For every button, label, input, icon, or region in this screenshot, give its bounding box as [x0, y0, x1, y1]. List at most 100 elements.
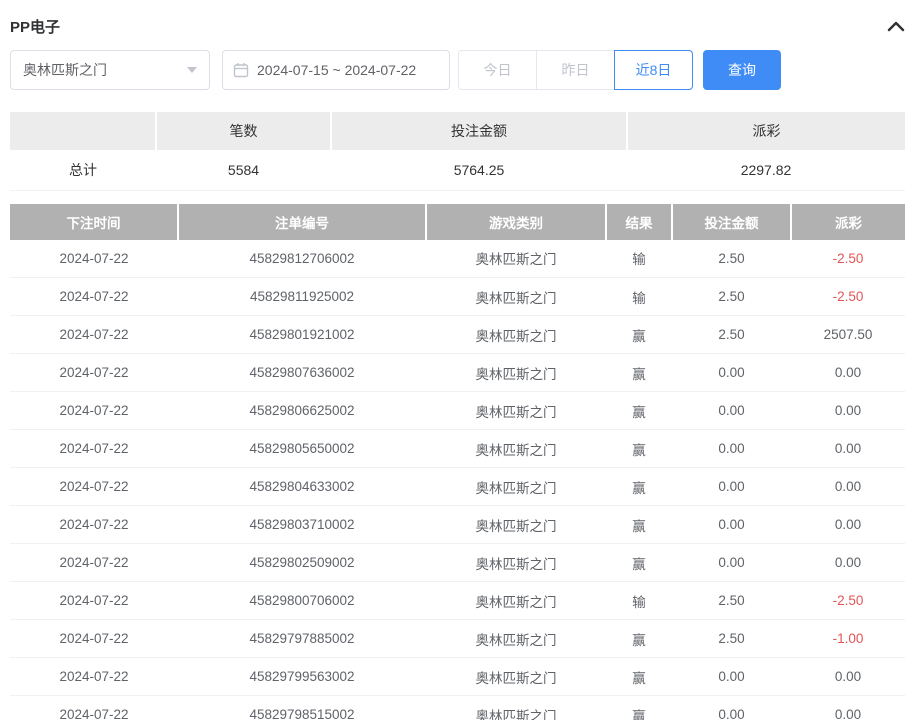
summary-table-header: 笔数 投注金额 派彩 [10, 112, 905, 150]
bet-amount-cell: 0.00 [672, 430, 791, 468]
summary-total-label: 总计 [10, 150, 156, 190]
table-row: 2024-07-2245829799563002奥林匹斯之门赢0.000.00 [10, 658, 905, 696]
game-category-cell: 奥林匹斯之门 [426, 582, 606, 620]
table-row: 2024-07-2245829804633002奥林匹斯之门赢0.000.00 [10, 468, 905, 506]
result-cell: 赢 [606, 658, 672, 696]
order-number-cell: 45829812706002 [178, 240, 426, 278]
header-bet-amount: 投注金额 [672, 204, 791, 240]
bet-amount-cell: 0.00 [672, 468, 791, 506]
bet-time-cell: 2024-07-22 [10, 620, 178, 658]
order-number-cell: 45829807636002 [178, 354, 426, 392]
result-cell: 输 [606, 278, 672, 316]
game-category-cell: 奥林匹斯之门 [426, 240, 606, 278]
game-category-cell: 奥林匹斯之门 [426, 316, 606, 354]
game-category-cell: 奥林匹斯之门 [426, 468, 606, 506]
date-range-input[interactable]: 2024-07-15 ~ 2024-07-22 [222, 50, 450, 90]
bet-amount-cell: 0.00 [672, 696, 791, 720]
table-row: 2024-07-2245829800706002奥林匹斯之门输2.50-2.50 [10, 582, 905, 620]
collapse-panel-button[interactable] [887, 20, 905, 32]
table-row: 2024-07-2245829801921002奥林匹斯之门赢2.502507.… [10, 316, 905, 354]
header-order-number: 注单编号 [178, 204, 426, 240]
payout-cell: -1.00 [791, 620, 905, 658]
chevron-down-icon [187, 67, 197, 73]
bet-table-header: 下注时间 注单编号 游戏类别 结果 投注金额 派彩 [10, 204, 905, 240]
bet-amount-cell: 0.00 [672, 544, 791, 582]
game-category-cell: 奥林匹斯之门 [426, 620, 606, 658]
bet-time-cell: 2024-07-22 [10, 392, 178, 430]
bet-time-cell: 2024-07-22 [10, 278, 178, 316]
bet-time-cell: 2024-07-22 [10, 354, 178, 392]
payout-cell: 0.00 [791, 544, 905, 582]
summary-header-empty [10, 112, 156, 150]
order-number-cell: 45829800706002 [178, 582, 426, 620]
quick-date-button-group: 今日 昨日 近8日 [458, 50, 693, 90]
result-cell: 赢 [606, 620, 672, 658]
result-cell: 赢 [606, 430, 672, 468]
result-cell: 赢 [606, 316, 672, 354]
bet-time-cell: 2024-07-22 [10, 544, 178, 582]
bet-amount-cell: 2.50 [672, 582, 791, 620]
bet-amount-cell: 2.50 [672, 620, 791, 658]
payout-cell: 0.00 [791, 468, 905, 506]
game-select[interactable]: 奥林匹斯之门 [10, 50, 210, 90]
order-number-cell: 45829806625002 [178, 392, 426, 430]
game-category-cell: 奥林匹斯之门 [426, 392, 606, 430]
order-number-cell: 45829805650002 [178, 430, 426, 468]
bet-records-table: 下注时间 注单编号 游戏类别 结果 投注金额 派彩 2024-07-224582… [10, 204, 905, 720]
bet-time-cell: 2024-07-22 [10, 240, 178, 278]
header-payout: 派彩 [791, 204, 905, 240]
bet-time-cell: 2024-07-22 [10, 658, 178, 696]
bet-time-cell: 2024-07-22 [10, 430, 178, 468]
table-row: 2024-07-2245829812706002奥林匹斯之门输2.50-2.50 [10, 240, 905, 278]
date-range-value: 2024-07-15 ~ 2024-07-22 [257, 62, 416, 78]
game-category-cell: 奥林匹斯之门 [426, 278, 606, 316]
pp-records-panel: PP电子 奥林匹斯之门 2024-07-15 ~ 2024-07-22 今日 昨… [0, 0, 915, 720]
payout-cell: 0.00 [791, 506, 905, 544]
game-category-cell: 奥林匹斯之门 [426, 354, 606, 392]
payout-cell: -2.50 [791, 240, 905, 278]
payout-cell: 0.00 [791, 354, 905, 392]
bet-amount-cell: 2.50 [672, 278, 791, 316]
query-button[interactable]: 查询 [703, 50, 781, 90]
order-number-cell: 45829797885002 [178, 620, 426, 658]
payout-cell: 0.00 [791, 392, 905, 430]
bet-amount-cell: 0.00 [672, 506, 791, 544]
result-cell: 赢 [606, 392, 672, 430]
bet-amount-cell: 2.50 [672, 240, 791, 278]
result-cell: 赢 [606, 506, 672, 544]
last-8-days-button[interactable]: 近8日 [614, 50, 693, 90]
game-select-value: 奥林匹斯之门 [23, 60, 107, 80]
order-number-cell: 45829798515002 [178, 696, 426, 720]
header-result: 结果 [606, 204, 672, 240]
yesterday-button[interactable]: 昨日 [536, 50, 615, 90]
game-category-cell: 奥林匹斯之门 [426, 430, 606, 468]
header-bet-time: 下注时间 [10, 204, 178, 240]
result-cell: 输 [606, 582, 672, 620]
payout-cell: 0.00 [791, 430, 905, 468]
page-title: PP电子 [10, 16, 60, 37]
bet-table-body: 2024-07-2245829812706002奥林匹斯之门输2.50-2.50… [10, 240, 905, 720]
summary-payout-value: 2297.82 [627, 150, 905, 190]
result-cell: 赢 [606, 354, 672, 392]
table-row: 2024-07-2245829802509002奥林匹斯之门赢0.000.00 [10, 544, 905, 582]
table-row: 2024-07-2245829798515002奥林匹斯之门赢0.000.00 [10, 696, 905, 720]
calendar-icon [233, 62, 249, 78]
header-game-category: 游戏类别 [426, 204, 606, 240]
summary-header-bet-amount: 投注金额 [331, 112, 627, 150]
bet-time-cell: 2024-07-22 [10, 316, 178, 354]
result-cell: 赢 [606, 544, 672, 582]
filter-toolbar: 奥林匹斯之门 2024-07-15 ~ 2024-07-22 今日 昨日 近8日… [10, 50, 905, 90]
order-number-cell: 45829803710002 [178, 506, 426, 544]
payout-cell: 0.00 [791, 696, 905, 720]
result-cell: 赢 [606, 468, 672, 506]
panel-header: PP电子 [10, 0, 905, 40]
bet-time-cell: 2024-07-22 [10, 506, 178, 544]
bet-amount-cell: 0.00 [672, 658, 791, 696]
today-button[interactable]: 今日 [458, 50, 537, 90]
result-cell: 输 [606, 240, 672, 278]
game-category-cell: 奥林匹斯之门 [426, 506, 606, 544]
order-number-cell: 45829802509002 [178, 544, 426, 582]
table-row: 2024-07-2245829807636002奥林匹斯之门赢0.000.00 [10, 354, 905, 392]
game-category-cell: 奥林匹斯之门 [426, 696, 606, 720]
bet-time-cell: 2024-07-22 [10, 696, 178, 720]
